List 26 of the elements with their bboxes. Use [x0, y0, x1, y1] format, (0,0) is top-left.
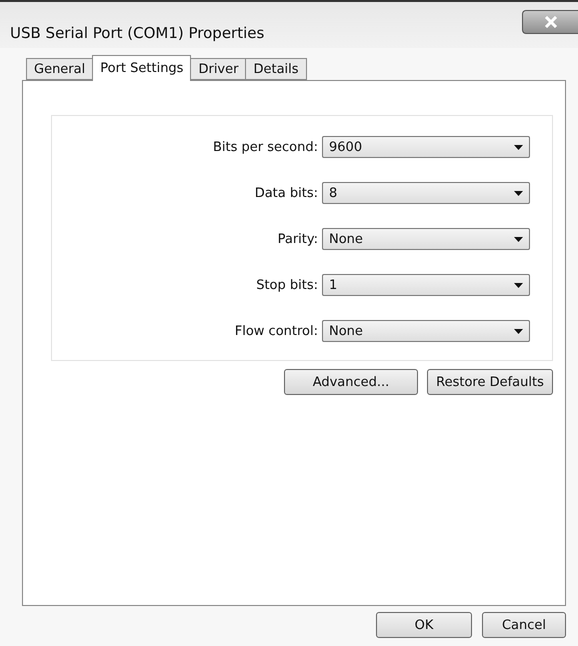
caret-icon: [514, 282, 523, 288]
panel-button[interactable]: Advanced...: [284, 369, 418, 395]
caret-icon: [514, 190, 523, 196]
tab[interactable]: General: [26, 58, 94, 80]
field-label: Parity:: [278, 232, 318, 246]
close-button[interactable]: [522, 10, 578, 34]
dropdown[interactable]: 8: [322, 182, 530, 204]
field-label: Flow control:: [234, 324, 318, 338]
dropdown[interactable]: None: [322, 228, 530, 250]
field-label: Data bits:: [254, 186, 318, 200]
close-icon: [544, 16, 558, 28]
field-label: Bits per second:: [212, 140, 318, 154]
dropdown[interactable]: 1: [322, 274, 530, 296]
dialog-button[interactable]: Cancel: [482, 612, 566, 638]
dropdown[interactable]: None: [322, 320, 530, 342]
field-label: Stop bits:: [256, 278, 318, 292]
window-title: USB Serial Port (COM1) Properties: [10, 24, 264, 42]
caret-icon: [514, 236, 523, 242]
caret-icon: [514, 144, 523, 150]
caret-icon: [514, 328, 523, 334]
panel-button[interactable]: Restore Defaults: [427, 369, 553, 395]
tab[interactable]: Driver: [190, 58, 246, 80]
tab[interactable]: Port Settings: [92, 55, 192, 81]
dropdown[interactable]: 9600: [322, 136, 530, 158]
tab[interactable]: Details: [245, 58, 307, 80]
dialog-button[interactable]: OK: [376, 612, 472, 638]
